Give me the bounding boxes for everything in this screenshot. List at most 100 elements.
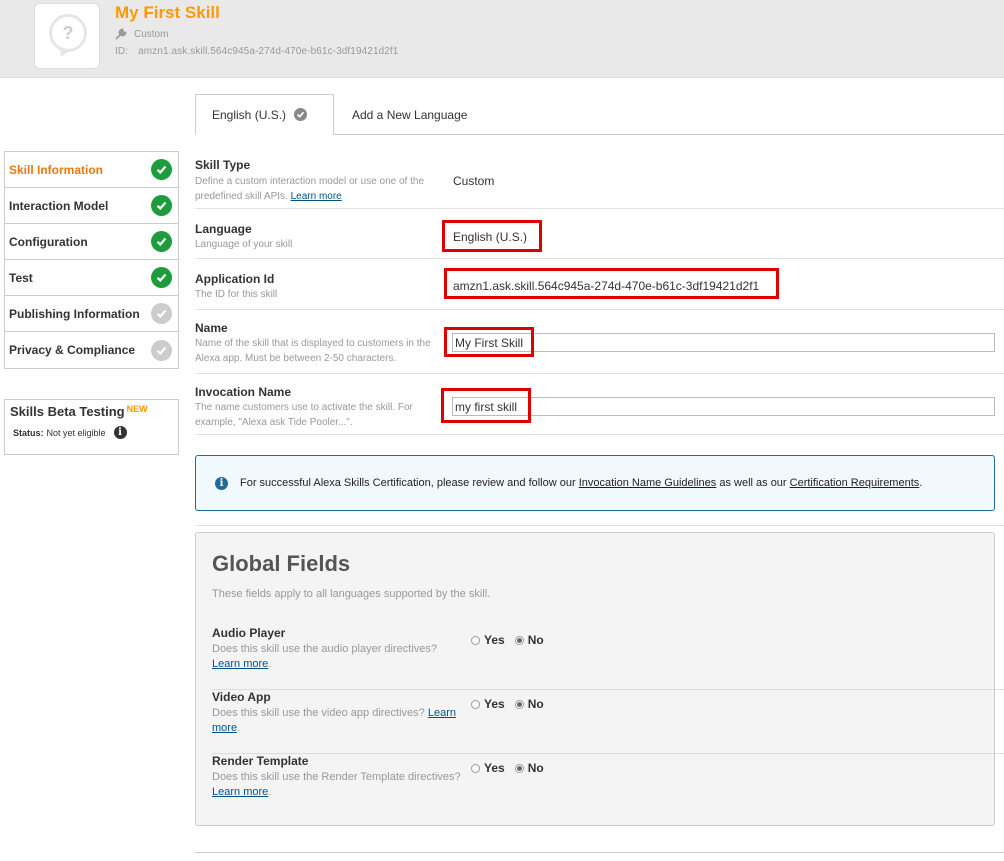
skill-type-value: Custom xyxy=(453,174,495,188)
new-badge: NEW xyxy=(126,404,148,414)
video-app-desc-text: Does this skill use the video app direct… xyxy=(212,707,425,719)
sidebar-item-skill-information[interactable]: Skill Information xyxy=(5,152,178,188)
radio-button[interactable] xyxy=(471,763,480,773)
radio-button[interactable] xyxy=(514,699,524,709)
name-desc: Name of the skill that is displayed to c… xyxy=(195,338,431,364)
tab-add-language[interactable]: Add a New Language xyxy=(352,94,467,135)
no-label: No xyxy=(527,761,544,775)
learn-more-link[interactable]: Learn more xyxy=(291,191,342,202)
skills-beta-testing-panel: Skills Beta Testing NEW Status: Not yet e… xyxy=(4,399,179,455)
question-bubble-icon: ? xyxy=(34,3,100,69)
skill-id-label: ID: xyxy=(115,46,129,57)
check-circle-icon xyxy=(151,303,172,324)
beta-title-text: Skills Beta Testing xyxy=(10,404,125,419)
banner-text: For successful Alexa Skills Certificatio… xyxy=(240,477,922,489)
language-tabs: English (U.S.) Add a New Language xyxy=(195,94,1004,135)
skill-id-line: ID: amzn1.ask.skill.564c945a-274d-470e-b6… xyxy=(115,46,398,57)
beta-status-value: Not yet eligible xyxy=(46,427,106,438)
invocation-name-desc: The name customers use to activate the s… xyxy=(195,402,413,428)
check-circle-icon xyxy=(294,108,308,121)
certification-requirements-link[interactable]: Certification Requirements xyxy=(790,477,920,489)
audio-player-desc: Does this skill use the audio player dir… xyxy=(212,643,438,670)
render-template-label: Render Template xyxy=(212,754,309,768)
render-template-no-option[interactable]: No xyxy=(514,761,544,775)
render-template-yes-option[interactable]: Yes xyxy=(471,761,505,775)
radio-button[interactable] xyxy=(514,763,524,773)
yes-label: Yes xyxy=(484,761,505,775)
learn-more-link[interactable]: Learn more xyxy=(212,658,268,670)
skill-type-desc: Define a custom interaction model or use… xyxy=(195,174,447,204)
application-id-desc: The ID for this skill xyxy=(195,289,278,300)
radio-button[interactable] xyxy=(514,635,524,645)
highlight-box xyxy=(444,268,779,299)
tab-english-us-label: English (U.S.) xyxy=(212,107,287,122)
video-app-radio-group: Yes No xyxy=(471,697,544,711)
skill-id-value: amzn1.ask.skill.564c945a-274d-470e-b61c-… xyxy=(138,46,399,57)
invocation-name-input[interactable] xyxy=(452,397,995,416)
sidebar-nav: Skill Information Interaction Model Conf… xyxy=(4,151,179,369)
audio-player-yes-option[interactable]: Yes xyxy=(471,633,505,647)
check-circle-icon xyxy=(151,195,172,216)
sidebar-item-label: Privacy & Compliance xyxy=(9,343,136,357)
sidebar-item-test[interactable]: Test xyxy=(5,260,178,296)
check-circle-icon xyxy=(151,231,172,252)
wrench-icon xyxy=(115,28,127,40)
global-fields-title: Global Fields xyxy=(212,551,351,576)
sidebar-item-label: Skill Information xyxy=(9,162,104,177)
skill-title: My First Skill xyxy=(115,3,220,22)
sidebar-item-label: Publishing Information xyxy=(9,306,140,321)
audio-player-desc-text: Does this skill use the audio player dir… xyxy=(212,643,438,655)
invocation-name-label: Invocation Name xyxy=(195,385,292,399)
audio-player-label: Audio Player xyxy=(212,626,286,640)
skill-header: ? My First Skill Custom ID: amzn1.ask.ski… xyxy=(0,0,1004,78)
info-icon: i xyxy=(215,476,228,490)
sidebar-item-interaction-model[interactable]: Interaction Model xyxy=(5,188,178,224)
global-fields-subtitle: These fields apply to all languages supp… xyxy=(212,588,491,600)
skill-type-line: Custom xyxy=(115,28,168,40)
divider xyxy=(195,525,1004,526)
no-label: No xyxy=(527,697,544,711)
radio-button[interactable] xyxy=(471,699,480,709)
video-app-no-option[interactable]: No xyxy=(514,697,544,711)
audio-player-no-option[interactable]: No xyxy=(514,633,544,647)
language-desc: Language of your skill xyxy=(195,239,293,250)
banner-text-1: For successful Alexa Skills Certificatio… xyxy=(240,477,579,489)
banner-text-3: . xyxy=(919,477,923,489)
render-template-row: Render Template Does this skill use the … xyxy=(212,754,1004,818)
video-app-desc: Does this skill use the video app direct… xyxy=(212,707,456,734)
sidebar-item-configuration[interactable]: Configuration xyxy=(5,224,178,260)
beta-status: Status: Not yet eligible i xyxy=(10,426,173,439)
render-template-radio-group: Yes No xyxy=(471,761,544,775)
check-circle-icon xyxy=(151,267,172,288)
highlight-box xyxy=(444,327,534,357)
no-label: No xyxy=(527,633,544,647)
check-circle-icon xyxy=(151,339,172,361)
global-fields-panel: Global Fields These fields apply to all … xyxy=(195,532,1004,826)
sidebar-item-label: Interaction Model xyxy=(9,198,109,213)
beta-status-label: Status: xyxy=(13,427,44,438)
beta-title: Skills Beta Testing NEW xyxy=(10,404,173,419)
audio-player-row: Audio Player Does this skill use the aud… xyxy=(212,626,1004,690)
info-icon[interactable]: i xyxy=(113,426,127,439)
divider xyxy=(195,852,1004,853)
name-label: Name xyxy=(195,321,228,335)
sidebar-item-privacy-compliance[interactable]: Privacy & Compliance xyxy=(5,332,178,368)
video-app-yes-option[interactable]: Yes xyxy=(471,697,505,711)
application-id-label: Application Id xyxy=(195,272,275,286)
tab-english-us[interactable]: English (U.S.) xyxy=(195,94,334,135)
sidebar-item-label: Configuration xyxy=(9,234,88,249)
check-circle-icon xyxy=(151,159,172,180)
yes-label: Yes xyxy=(484,633,505,647)
sidebar-item-publishing-information[interactable]: Publishing Information xyxy=(5,296,178,332)
skill-type-label: Skill Type xyxy=(195,158,251,172)
video-app-row: Video App Does this skill use the video … xyxy=(212,690,1004,754)
skill-type-row: Skill Type Define a custom interaction m… xyxy=(195,158,1004,209)
render-template-desc-text: Does this skill use the Render Template … xyxy=(212,771,461,783)
invocation-name-guidelines-link[interactable]: Invocation Name Guidelines xyxy=(579,477,717,489)
banner-text-2: as well as our xyxy=(716,477,790,489)
yes-label: Yes xyxy=(484,697,505,711)
sidebar-item-label: Test xyxy=(9,270,33,285)
radio-button[interactable] xyxy=(471,635,480,645)
learn-more-link[interactable]: Learn more xyxy=(212,786,268,798)
skill-type-text: Custom xyxy=(134,28,169,40)
